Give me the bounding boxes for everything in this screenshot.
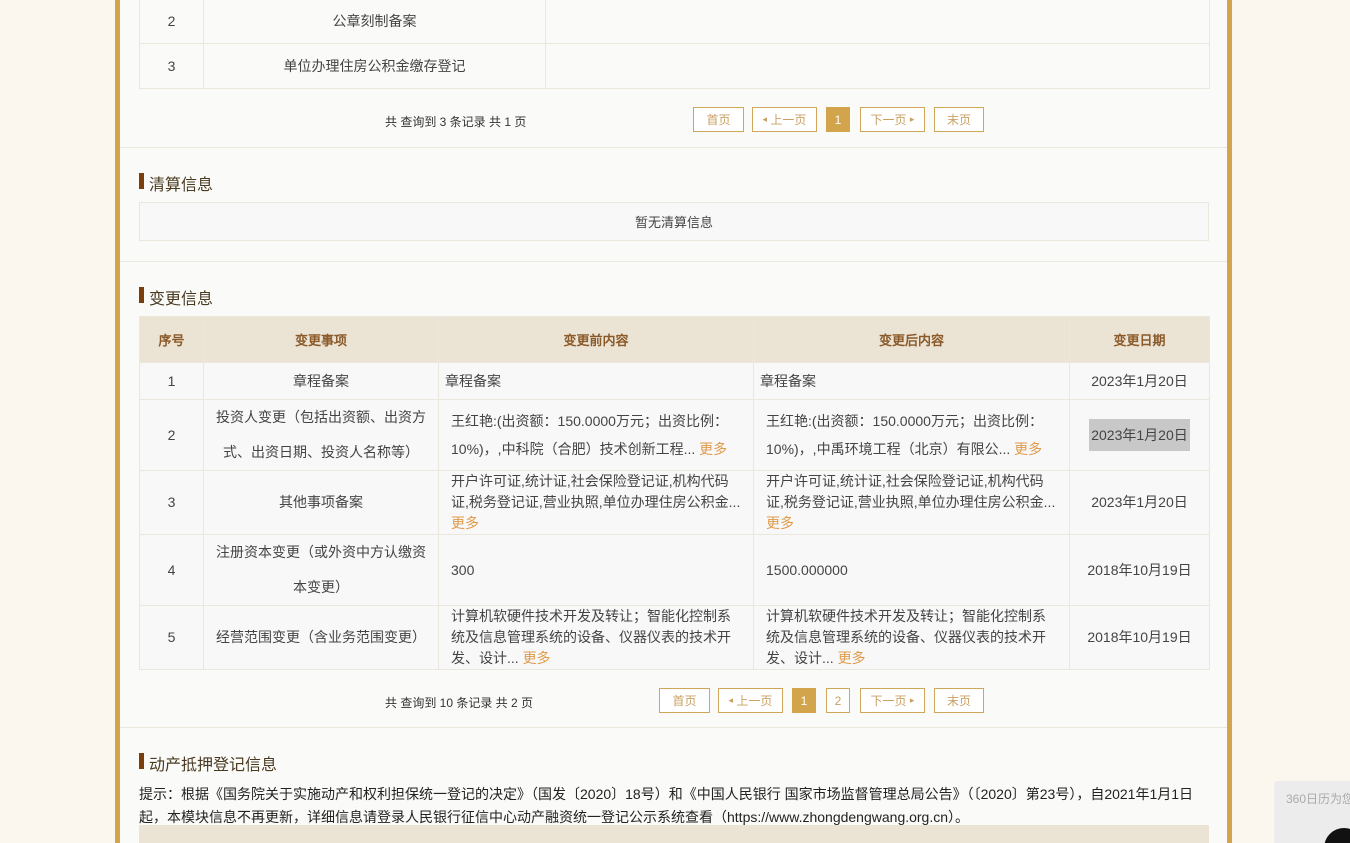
filing-extra [545, 0, 1210, 44]
change-date: 2023年1月20日 [1069, 362, 1210, 400]
change-item: 经营范围变更（含业务范围变更） [203, 605, 439, 670]
more-link[interactable]: 更多 [838, 650, 866, 666]
column-header: 变更日期 [1069, 316, 1210, 363]
table-row: 5 经营范围变更（含业务范围变更） 计算机软硬件技术开发及转让；智能化控制系统及… [139, 605, 1210, 670]
filing-extra [545, 43, 1210, 89]
after-text: 王红艳:(出资额：150.0000万元；出资比例：10%)，,中禹环境工程（北京… [766, 413, 1043, 457]
before-content: 王红艳:(出资额：150.0000万元；出资比例：10%)，,中科院（合肥）技术… [438, 399, 754, 471]
next-page-label: 下一页 [870, 113, 907, 127]
last-page-button[interactable]: 末页 [934, 688, 984, 713]
column-header: 变更事项 [203, 316, 439, 363]
section-title-changes: 变更信息 [139, 285, 213, 309]
before-text: 计算机软硬件技术开发及转让；智能化控制系统及信息管理系统的设备、仪器仪表的技术开… [451, 608, 731, 666]
page-1-button[interactable]: 1 [792, 688, 816, 713]
section-divider [120, 147, 1227, 148]
first-page-button[interactable]: 首页 [659, 688, 710, 713]
after-content: 王红艳:(出资额：150.0000万元；出资比例：10%)，,中禹环境工程（北京… [753, 399, 1070, 471]
more-link[interactable]: 更多 [699, 441, 727, 457]
change-item: 其他事项备案 [203, 470, 439, 535]
prev-page-button[interactable]: ◂ 上一页 [718, 688, 783, 713]
before-content: 开户许可证,统计证,社会保险登记证,机构代码证,税务登记证,营业执照,单位办理住… [438, 470, 754, 535]
row-number: 3 [139, 470, 204, 535]
mortgage-notice: 提示：根据《国务院关于实施动产和权利担保统一登记的决定》（国发〔2020〕18号… [139, 786, 1194, 825]
change-item: 章程备案 [203, 362, 439, 400]
before-content: 300 [438, 534, 754, 606]
after-text: 开户许可证,统计证,社会保险登记证,机构代码证,税务登记证,营业执照,单位办理住… [766, 473, 1056, 510]
chevron-right-icon: ▸ [909, 114, 915, 124]
section-title-liquidation: 清算信息 [139, 171, 213, 195]
section-title-mortgage: 动产抵押登记信息 [139, 751, 277, 775]
more-link[interactable]: 更多 [766, 515, 794, 531]
content-frame: 2 公章刻制备案 3 单位办理住房公积金缴存登记 共 查询到 3 条记录 共 1… [115, 0, 1232, 843]
filing-item: 公章刻制备案 [203, 0, 546, 44]
table-row: 2 公章刻制备案 [139, 0, 1210, 44]
change-date: 2023年1月20日 [1069, 399, 1210, 471]
pagination-changes: 共 查询到 10 条记录 共 2 页 首页 ◂ 上一页 1 2 下一页 ▸ 末页 [139, 688, 1209, 714]
row-number: 2 [139, 0, 204, 44]
before-text: 王红艳:(出资额：150.0000万元；出资比例：10%)，,中科院（合肥）技术… [451, 413, 728, 457]
calendar-widget[interactable]: 360日历为您 [1274, 781, 1350, 843]
filing-table: 2 公章刻制备案 3 单位办理住房公积金缴存登记 [139, 0, 1210, 89]
after-text: 计算机软硬件技术开发及转让；智能化控制系统及信息管理系统的设备、仪器仪表的技术开… [766, 608, 1046, 666]
table-header-row: 序号 变更事项 变更前内容 变更后内容 变更日期 [139, 316, 1210, 363]
more-link[interactable]: 更多 [1014, 441, 1042, 457]
after-content: 开户许可证,统计证,社会保险登记证,机构代码证,税务登记证,营业执照,单位办理住… [753, 470, 1070, 535]
selected-date-text: 2023年1月20日 [1089, 418, 1190, 451]
more-link[interactable]: 更多 [523, 650, 551, 666]
pagination-total: 共 查询到 10 条记录 共 2 页 [385, 696, 534, 710]
before-text: 开户许可证,统计证,社会保险登记证,机构代码证,税务登记证,营业执照,单位办理住… [451, 473, 741, 510]
pagination-filing: 共 查询到 3 条记录 共 1 页 首页 ◂ 上一页 1 下一页 ▸ 末页 [139, 107, 1209, 133]
row-number: 3 [139, 43, 204, 89]
column-header: 序号 [139, 316, 204, 363]
after-content: 计算机软硬件技术开发及转让；智能化控制系统及信息管理系统的设备、仪器仪表的技术开… [753, 605, 1070, 670]
pagination-total: 共 查询到 3 条记录 共 1 页 [385, 115, 527, 129]
row-number: 5 [139, 605, 204, 670]
column-header: 变更前内容 [438, 316, 754, 363]
before-content: 章程备案 [438, 362, 754, 400]
table-row: 4 注册资本变更（或外资中方认缴资本变更） 300 1500.000000 20… [139, 534, 1210, 606]
before-content: 计算机软硬件技术开发及转让；智能化控制系统及信息管理系统的设备、仪器仪表的技术开… [438, 605, 754, 670]
column-header: 变更后内容 [753, 316, 1070, 363]
prev-page-label: 上一页 [770, 113, 807, 127]
change-table: 序号 变更事项 变更前内容 变更后内容 变更日期 1 章程备案 章程备案 章程备… [139, 316, 1210, 670]
first-page-button[interactable]: 首页 [693, 107, 744, 132]
table-row: 2 投资人变更（包括出资额、出资方式、出资日期、投资人名称等） 王红艳:(出资额… [139, 399, 1210, 471]
next-page-label: 下一页 [870, 694, 907, 708]
section-divider [120, 727, 1227, 728]
mortgage-table-header [139, 825, 1209, 843]
next-page-button[interactable]: 下一页 ▸ [860, 688, 925, 713]
after-content: 章程备案 [753, 362, 1070, 400]
page-2-button[interactable]: 2 [826, 688, 850, 713]
change-date: 2023年1月20日 [1069, 470, 1210, 535]
change-date: 2018年10月19日 [1069, 534, 1210, 606]
change-item: 投资人变更（包括出资额、出资方式、出资日期、投资人名称等） [203, 399, 439, 471]
row-number: 4 [139, 534, 204, 606]
calendar-widget-text: 360日历为您 [1286, 792, 1350, 806]
widget-icon[interactable] [1324, 828, 1350, 843]
table-row: 3 单位办理住房公积金缴存登记 [139, 43, 1210, 89]
more-link[interactable]: 更多 [451, 515, 479, 531]
chevron-right-icon: ▸ [909, 695, 915, 705]
row-number: 1 [139, 362, 204, 400]
chevron-left-icon: ◂ [762, 114, 768, 124]
last-page-button[interactable]: 末页 [934, 107, 984, 132]
section-divider [120, 261, 1227, 262]
table-row: 1 章程备案 章程备案 章程备案 2023年1月20日 [139, 362, 1210, 400]
prev-page-button[interactable]: ◂ 上一页 [752, 107, 817, 132]
prev-page-label: 上一页 [736, 694, 773, 708]
page-1-button[interactable]: 1 [826, 107, 850, 132]
change-item: 注册资本变更（或外资中方认缴资本变更） [203, 534, 439, 606]
after-content: 1500.000000 [753, 534, 1070, 606]
row-number: 2 [139, 399, 204, 471]
liquidation-empty-message: 暂无清算信息 [139, 202, 1209, 241]
table-row: 3 其他事项备案 开户许可证,统计证,社会保险登记证,机构代码证,税务登记证,营… [139, 470, 1210, 535]
filing-item: 单位办理住房公积金缴存登记 [203, 43, 546, 89]
next-page-button[interactable]: 下一页 ▸ [860, 107, 925, 132]
change-date: 2018年10月19日 [1069, 605, 1210, 670]
chevron-left-icon: ◂ [728, 695, 734, 705]
